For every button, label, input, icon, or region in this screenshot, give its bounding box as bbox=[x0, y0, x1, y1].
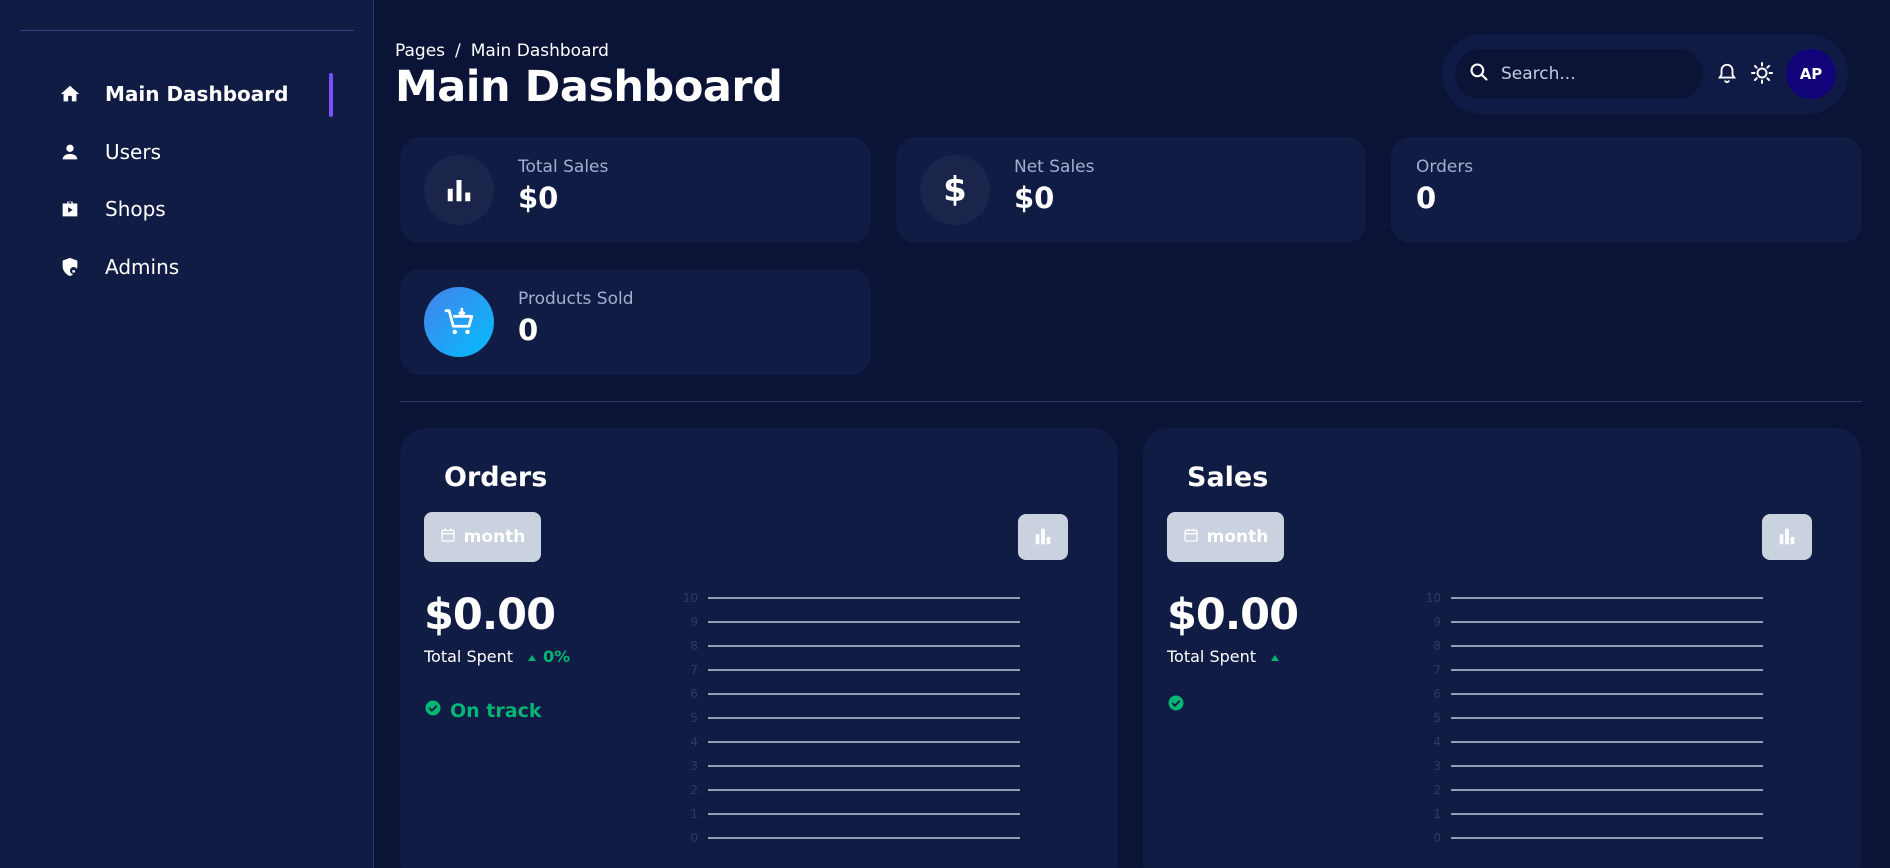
stat-label: Total Sales bbox=[518, 157, 609, 177]
sidebar-item-label: Shops bbox=[105, 197, 166, 221]
status-row bbox=[1167, 694, 1193, 717]
chart-type-button[interactable] bbox=[1018, 514, 1068, 560]
stat-value: 0 bbox=[1416, 181, 1437, 215]
shield-lock-icon bbox=[58, 255, 82, 279]
stat-value: $0 bbox=[518, 181, 559, 215]
y-tick-label: 9 bbox=[1433, 615, 1441, 629]
chart-type-button[interactable] bbox=[1762, 514, 1812, 560]
trend-indicator: 0% bbox=[527, 647, 570, 666]
sidebar-divider bbox=[20, 30, 354, 31]
y-tick-label: 7 bbox=[690, 663, 698, 677]
breadcrumb: Pages / Main Dashboard bbox=[395, 41, 609, 61]
y-tick-label: 6 bbox=[1433, 687, 1441, 701]
orders-panel: Orders month $0.00 Total Spent 0% On tra… bbox=[400, 428, 1118, 868]
y-tick-label: 5 bbox=[1433, 711, 1441, 725]
total-spent-label: Total Spent bbox=[424, 647, 514, 666]
status-row: On track bbox=[424, 699, 541, 722]
stat-card-total-sales: Total Sales $0 bbox=[400, 137, 871, 243]
search-icon bbox=[1469, 62, 1489, 86]
panel-title: Sales bbox=[1187, 462, 1269, 493]
breadcrumb-root-link[interactable]: Pages bbox=[395, 41, 445, 61]
sun-icon[interactable] bbox=[1750, 61, 1774, 89]
check-circle-icon bbox=[424, 699, 442, 722]
total-spent-row: Total Spent 0% bbox=[424, 647, 570, 666]
y-tick-label: 3 bbox=[1433, 759, 1441, 773]
y-tick-label: 4 bbox=[1433, 735, 1441, 749]
search-input[interactable] bbox=[1501, 64, 1681, 84]
y-tick-label: 10 bbox=[683, 591, 698, 605]
bell-icon[interactable] bbox=[1716, 61, 1738, 89]
y-tick-label: 6 bbox=[690, 687, 698, 701]
calendar-icon bbox=[440, 527, 456, 548]
sidebar-item-admins[interactable]: Admins bbox=[58, 252, 348, 282]
panel-title: Orders bbox=[444, 462, 548, 493]
y-tick-label: 7 bbox=[1433, 663, 1441, 677]
caret-up-icon bbox=[527, 647, 537, 666]
period-select-button[interactable]: month bbox=[424, 512, 541, 562]
person-icon bbox=[58, 140, 82, 164]
total-spent-label: Total Spent bbox=[1167, 647, 1257, 666]
orders-chart: 109876543210 bbox=[683, 591, 1020, 845]
sidebar-item-label: Users bbox=[105, 140, 162, 164]
y-tick-label: 2 bbox=[690, 783, 698, 797]
stat-value: $0 bbox=[1014, 181, 1055, 215]
trend-indicator bbox=[1270, 647, 1286, 666]
breadcrumb-separator: / bbox=[455, 41, 461, 61]
sidebar-item-users[interactable]: Users bbox=[58, 137, 348, 167]
y-tick-label: 3 bbox=[690, 759, 698, 773]
sidebar-item-label: Main Dashboard bbox=[105, 82, 289, 106]
search-box[interactable] bbox=[1455, 49, 1703, 99]
status-text: On track bbox=[450, 699, 542, 722]
calendar-icon bbox=[1183, 527, 1199, 548]
y-tick-label: 5 bbox=[690, 711, 698, 725]
active-indicator bbox=[329, 73, 333, 117]
y-tick-label: 1 bbox=[1433, 807, 1441, 821]
sidebar: Main Dashboard Users Shops Admins bbox=[0, 0, 374, 868]
total-value: $0.00 bbox=[1167, 590, 1299, 640]
y-tick-label: 10 bbox=[1426, 591, 1441, 605]
sales-chart: 109876543210 bbox=[1426, 591, 1763, 845]
sidebar-item-label: Admins bbox=[105, 255, 180, 279]
y-tick-label: 8 bbox=[690, 639, 698, 653]
app-root: Main Dashboard Users Shops Admins Pages … bbox=[0, 0, 1890, 868]
period-select-button[interactable]: month bbox=[1167, 512, 1284, 562]
breadcrumb-current[interactable]: Main Dashboard bbox=[471, 41, 609, 61]
stat-card-products-sold: Products Sold 0 bbox=[400, 269, 871, 375]
period-label: month bbox=[1206, 527, 1269, 547]
sidebar-item-main-dashboard[interactable]: Main Dashboard bbox=[58, 79, 348, 109]
sales-panel: Sales month $0.00 Total Spent 10 9 8 7 6… bbox=[1143, 428, 1861, 868]
trend-value: 0% bbox=[543, 647, 571, 666]
stat-label: Net Sales bbox=[1014, 157, 1095, 177]
page-title: Main Dashboard bbox=[395, 62, 783, 112]
period-label: month bbox=[463, 527, 526, 547]
check-circle-icon bbox=[1167, 694, 1185, 717]
stat-value: 0 bbox=[518, 313, 539, 347]
section-divider bbox=[400, 401, 1862, 402]
stat-label: Orders bbox=[1416, 157, 1474, 177]
sidebar-item-shops[interactable]: Shops bbox=[58, 194, 348, 224]
dollar-icon: $ bbox=[920, 155, 990, 225]
y-tick-label: 9 bbox=[690, 615, 698, 629]
bar-chart-icon bbox=[1776, 525, 1798, 550]
total-spent-row: Total Spent bbox=[1167, 647, 1286, 666]
stat-label: Products Sold bbox=[518, 289, 634, 309]
y-tick-label: 0 bbox=[690, 831, 698, 845]
y-tick-label: 2 bbox=[1433, 783, 1441, 797]
cart-icon bbox=[424, 287, 494, 357]
y-tick-label: 1 bbox=[690, 807, 698, 821]
stat-card-orders: Orders 0 bbox=[1391, 137, 1862, 243]
total-value: $0.00 bbox=[424, 590, 556, 640]
y-tick-label: 0 bbox=[1433, 831, 1441, 845]
bar-chart-icon bbox=[424, 155, 494, 225]
stat-card-net-sales: $ Net Sales $0 bbox=[896, 137, 1366, 243]
y-tick-label: 8 bbox=[1433, 639, 1441, 653]
caret-up-icon bbox=[1270, 647, 1280, 666]
home-icon bbox=[58, 82, 82, 106]
bar-chart-icon bbox=[1032, 525, 1054, 550]
y-tick-label: 4 bbox=[690, 735, 698, 749]
avatar[interactable]: AP bbox=[1786, 49, 1836, 99]
briefcase-play-icon bbox=[58, 197, 82, 221]
